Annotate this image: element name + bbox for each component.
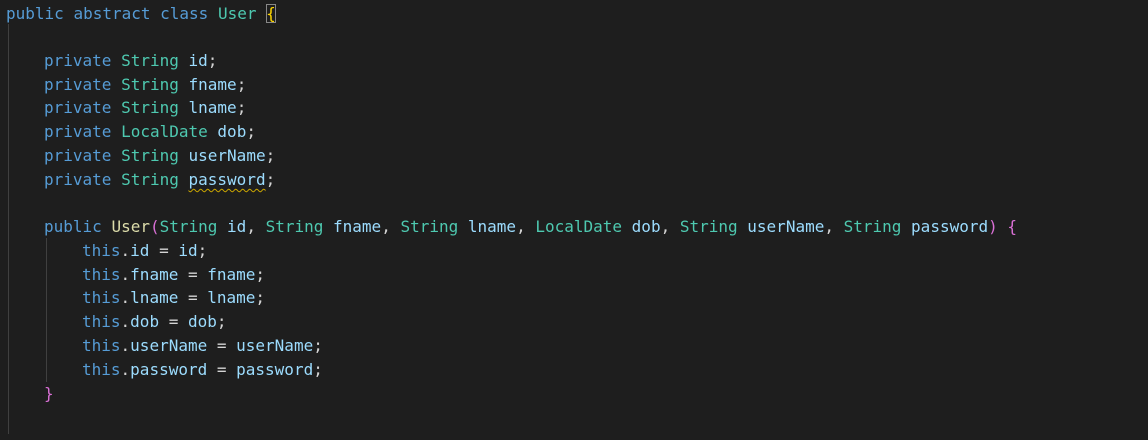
param-type: LocalDate bbox=[535, 217, 623, 236]
code-line-assignment[interactable]: this.fname = fname; bbox=[82, 263, 265, 287]
assigned-field: fname bbox=[130, 265, 179, 284]
this-keyword: this bbox=[82, 288, 121, 307]
code-line-field[interactable]: private String fname; bbox=[44, 73, 246, 97]
field-modifier: private bbox=[44, 170, 112, 189]
field-modifier: private bbox=[44, 75, 112, 94]
param-name: fname bbox=[333, 217, 382, 236]
param-name: userName bbox=[747, 217, 825, 236]
code-line-field[interactable]: private String userName; bbox=[44, 144, 275, 168]
constructor-modifier: public bbox=[44, 217, 102, 236]
param-type: String bbox=[400, 217, 459, 236]
code-line-constructor-signature[interactable]: public User(String id, String fname, Str… bbox=[44, 215, 1017, 239]
constructor-name: User bbox=[111, 217, 150, 236]
code-line-assignment[interactable]: this.userName = userName; bbox=[82, 334, 323, 358]
assigned-value: fname bbox=[207, 265, 256, 284]
field-modifier: private bbox=[44, 122, 112, 141]
class-open-brace: { bbox=[266, 4, 276, 23]
param-type: String bbox=[843, 217, 902, 236]
class-name: User bbox=[217, 4, 257, 23]
param-type: String bbox=[679, 217, 738, 236]
indent-guide bbox=[46, 238, 47, 382]
param-type: String bbox=[159, 217, 218, 236]
code-line-class-declaration[interactable]: public abstract class User { bbox=[6, 2, 276, 26]
assigned-value: userName bbox=[236, 336, 314, 355]
code-line-field[interactable]: private String password; bbox=[44, 168, 275, 192]
this-keyword: this bbox=[82, 241, 121, 260]
field-modifier: private bbox=[44, 51, 112, 70]
assigned-field: dob bbox=[130, 312, 160, 331]
field-type: LocalDate bbox=[121, 122, 208, 141]
code-line-field[interactable]: private LocalDate dob; bbox=[44, 120, 256, 144]
field-modifier: private bbox=[44, 146, 112, 165]
this-keyword: this bbox=[82, 265, 121, 284]
param-name: password bbox=[911, 217, 989, 236]
param-open-paren: ( bbox=[149, 217, 160, 236]
indent-guide bbox=[8, 24, 9, 434]
field-type: String bbox=[121, 51, 179, 70]
constructor-close-brace: } bbox=[44, 384, 54, 403]
code-line-assignment[interactable]: this.password = password; bbox=[82, 358, 323, 382]
field-type: String bbox=[121, 170, 179, 189]
code-line-assignment[interactable]: this.id = id; bbox=[82, 239, 207, 263]
field-name: dob bbox=[217, 122, 247, 141]
field-name: lname bbox=[188, 98, 237, 117]
assigned-field: password bbox=[130, 360, 208, 379]
assigned-value: dob bbox=[187, 312, 217, 331]
field-type: String bbox=[121, 75, 179, 94]
param-name: lname bbox=[467, 217, 517, 236]
field-name-with-warning[interactable]: password bbox=[189, 170, 266, 189]
field-type: String bbox=[121, 98, 179, 117]
param-close-paren: ) bbox=[988, 217, 998, 236]
field-name: fname bbox=[188, 75, 237, 94]
field-name: id bbox=[188, 51, 208, 70]
this-keyword: this bbox=[82, 336, 121, 355]
field-name: userName bbox=[188, 146, 266, 165]
assigned-field: userName bbox=[130, 336, 208, 355]
constructor-open-brace: { bbox=[1007, 217, 1018, 236]
code-editor[interactable]: public abstract class User { private Str… bbox=[0, 0, 1148, 440]
code-line-constructor-close[interactable]: } bbox=[44, 382, 54, 406]
this-keyword: this bbox=[82, 312, 121, 331]
field-modifier: private bbox=[44, 98, 112, 117]
assigned-value: lname bbox=[207, 288, 256, 307]
param-name: dob bbox=[631, 217, 661, 236]
this-keyword: this bbox=[82, 360, 121, 379]
param-name: id bbox=[227, 217, 247, 236]
code-line-assignment[interactable]: this.dob = dob; bbox=[82, 310, 227, 334]
keyword-class: class bbox=[160, 4, 209, 23]
code-line-field[interactable]: private String lname; bbox=[44, 96, 246, 120]
assigned-value: id bbox=[178, 241, 198, 260]
param-type: String bbox=[265, 217, 324, 236]
field-type: String bbox=[121, 146, 179, 165]
code-line-field[interactable]: private String id; bbox=[44, 49, 217, 73]
keyword-public: public bbox=[6, 4, 64, 23]
code-line-assignment[interactable]: this.lname = lname; bbox=[82, 286, 265, 310]
assigned-value: password bbox=[236, 360, 314, 379]
keyword-abstract: abstract bbox=[73, 4, 151, 23]
assigned-field: lname bbox=[130, 288, 179, 307]
assigned-field: id bbox=[130, 241, 150, 260]
